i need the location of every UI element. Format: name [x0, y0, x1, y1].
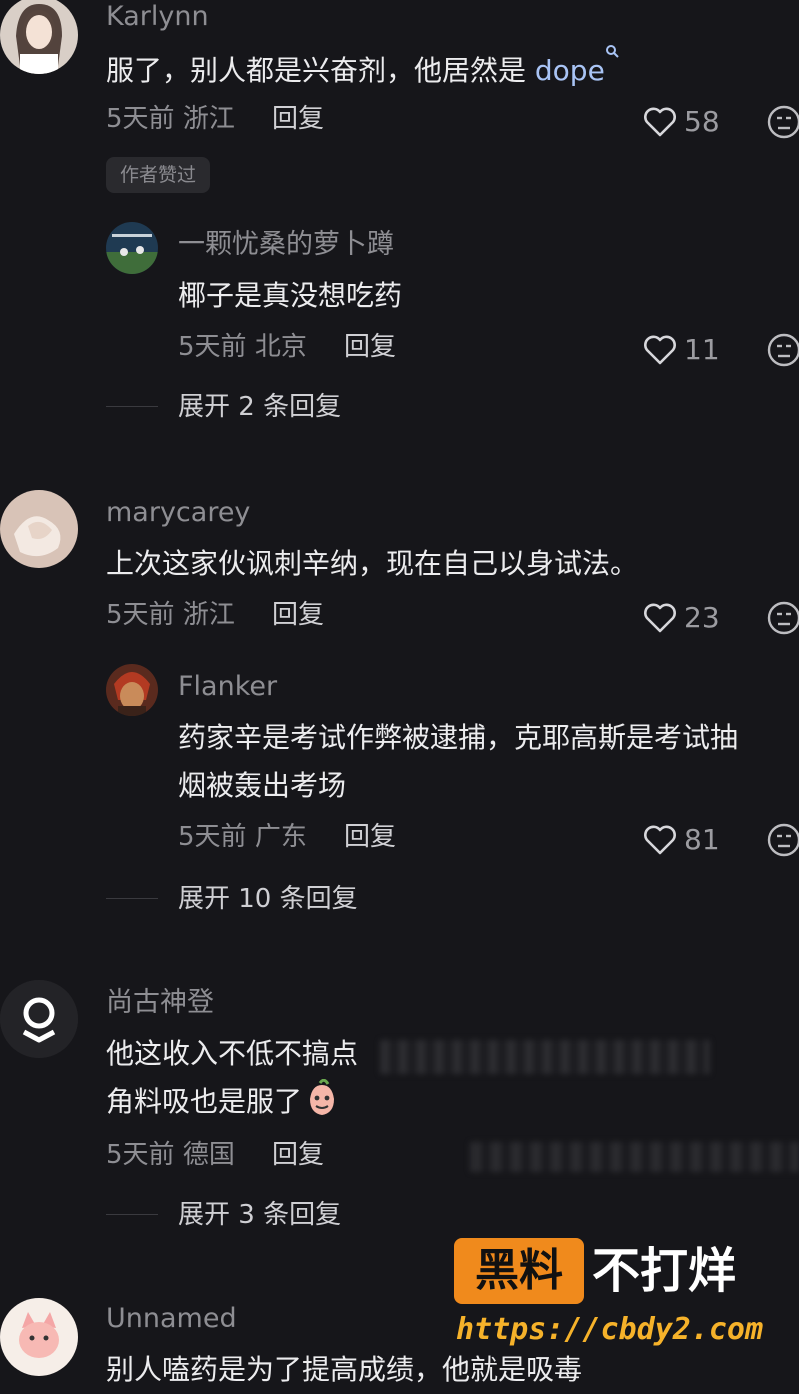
heart-icon: [644, 107, 676, 137]
comment-location: 德国: [182, 1140, 235, 1170]
dislike-icon[interactable]: [766, 104, 799, 140]
expand-replies-button[interactable]: 展开 10 条回复: [178, 884, 358, 914]
reply-meta: 5天前 广东: [178, 822, 307, 852]
watermark-url: https://cbdy2.com: [456, 1312, 764, 1347]
avatar[interactable]: [0, 0, 78, 74]
comment-text: 上次这家伙讽刺辛纳，现在自己以身试法。: [106, 547, 639, 580]
like-count: 58: [684, 105, 720, 138]
reply-location: 北京: [254, 332, 307, 362]
comment-meta: 5天前 德国: [106, 1140, 235, 1170]
reply-text-line1: 药家辛是考试作弊被逮捕，克耶高斯是考试抽: [178, 721, 739, 754]
like-count: 11: [684, 333, 720, 366]
comment-username[interactable]: Karlynn: [106, 2, 209, 32]
avatar[interactable]: [0, 1298, 78, 1376]
reply-button[interactable]: 回复: [344, 332, 396, 362]
avatar[interactable]: [0, 980, 78, 1058]
blurred-overlay: [380, 1040, 710, 1074]
comment-meta: 5天前 浙江: [106, 600, 235, 630]
like-count: 81: [684, 823, 720, 856]
divider: [106, 406, 158, 407]
reply-button[interactable]: 回复: [272, 1140, 324, 1170]
reply-button[interactable]: 回复: [344, 822, 396, 852]
comment-time: 5天前: [106, 600, 175, 630]
like-count: 23: [684, 601, 720, 634]
reply-location: 广东: [254, 822, 307, 852]
reply-button[interactable]: 回复: [272, 104, 324, 134]
comment-text-line2: 角料吸也是服了: [106, 1078, 342, 1126]
comment-text-line2-content: 角料吸也是服了: [106, 1085, 303, 1118]
dislike-icon[interactable]: [766, 822, 799, 858]
comment-time: 5天前: [106, 1140, 175, 1170]
dislike-icon[interactable]: [766, 600, 799, 636]
blurred-overlay: [470, 1142, 799, 1172]
heart-icon: [644, 825, 676, 855]
avatar[interactable]: [106, 664, 158, 716]
reply-time: 5天前: [178, 822, 247, 852]
comment-text: 服了，别人都是兴奋剂，他居然是 dope: [106, 44, 619, 95]
like-button[interactable]: 23: [642, 602, 720, 634]
reply-button[interactable]: 回复: [272, 600, 324, 630]
comment-location: 浙江: [182, 104, 235, 134]
like-button[interactable]: 58: [642, 106, 720, 138]
search-icon[interactable]: [605, 44, 619, 58]
reply-username[interactable]: 一颗忧桑的萝卜蹲: [178, 230, 394, 260]
reply-username[interactable]: Flanker: [178, 672, 277, 702]
comment-text-line1: 他这收入不低不搞点: [106, 1037, 359, 1070]
heart-icon: [644, 335, 676, 365]
like-button[interactable]: 81: [642, 824, 720, 856]
comment-text: 别人嗑药是为了提高成绩，他就是吸毒: [106, 1353, 583, 1386]
avatar[interactable]: [0, 490, 78, 568]
heart-icon: [644, 603, 676, 633]
comment-meta: 5天前 浙江: [106, 104, 235, 134]
comment-text-main: 服了，别人都是兴奋剂，他居然是: [106, 54, 535, 87]
comment-username[interactable]: Unnamed: [106, 1304, 237, 1334]
expand-replies-button[interactable]: 展开 3 条回复: [178, 1200, 341, 1230]
like-button[interactable]: 11: [642, 334, 720, 366]
reply-time: 5天前: [178, 332, 247, 362]
sticker-icon: [310, 1078, 335, 1115]
reply-meta: 5天前 北京: [178, 332, 307, 362]
watermark-text: 不打烊: [592, 1243, 737, 1299]
avatar[interactable]: [106, 222, 158, 274]
divider: [106, 1214, 158, 1215]
search-link[interactable]: dope: [535, 54, 605, 87]
author-liked-badge: 作者赞过: [106, 157, 211, 193]
expand-replies-button[interactable]: 展开 2 条回复: [178, 392, 341, 422]
comment-username[interactable]: 尚古神登: [106, 988, 214, 1018]
comment-username[interactable]: marycarey: [106, 498, 250, 528]
reply-text: 椰子是真没想吃药: [178, 279, 403, 312]
divider: [106, 898, 158, 899]
comment-time: 5天前: [106, 104, 175, 134]
reply-text-line2: 烟被轰出考场: [178, 769, 347, 802]
watermark-logo: 黑料: [454, 1238, 584, 1304]
dislike-icon[interactable]: [766, 332, 799, 368]
comment-location: 浙江: [182, 600, 235, 630]
